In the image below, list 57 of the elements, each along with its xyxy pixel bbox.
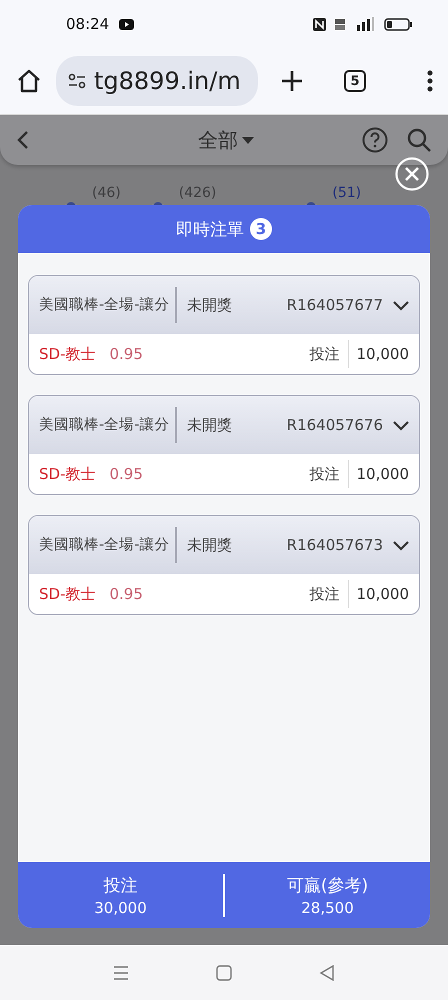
bet-card-header[interactable]: 美國職棒-全場-讓分 未開獎 R164057676 (29, 396, 419, 454)
help-icon[interactable] (362, 127, 388, 153)
bet-odds: 0.95 (109, 465, 143, 483)
close-icon[interactable] (395, 157, 429, 191)
bet-selection: SD-教士 (39, 584, 96, 604)
clock-time: 08:24 (66, 15, 110, 33)
bet-card-header[interactable]: 美國職棒-全場-讓分 未開獎 R164057673 (29, 516, 419, 574)
bet-odds: 0.95 (109, 585, 143, 603)
menu-icon[interactable] (426, 69, 434, 93)
bet-selection: SD-教士 (39, 344, 96, 364)
stake-label: 投注 (310, 580, 348, 608)
bet-status: 未開獎 (187, 536, 232, 554)
summary-label: 投注 (104, 874, 138, 896)
home-button-icon[interactable] (216, 964, 232, 980)
tab-count-button[interactable]: 5 (344, 70, 366, 92)
bet-selection: SD-教士 (39, 464, 96, 484)
chevron-down-icon[interactable] (393, 539, 409, 551)
ticket-number: R164057676 (286, 416, 383, 434)
dialog-title: 即時注單 (176, 218, 244, 240)
video-icon (119, 18, 134, 30)
stake-amount: 10,000 (356, 345, 409, 363)
summary-value: 28,500 (301, 898, 354, 916)
market-name: 美國職棒-全場-讓分 (39, 296, 170, 315)
market-name: 美國職棒-全場-讓分 (39, 416, 170, 435)
bet-card-header[interactable]: 美國職棒-全場-讓分 未開獎 R164057677 (29, 276, 419, 334)
count-badge: 3 (250, 218, 272, 240)
home-icon[interactable] (16, 68, 42, 94)
market-name: 美國職棒-全場-讓分 (39, 536, 170, 555)
signal-icon (354, 17, 376, 31)
event-count: (46) (92, 185, 121, 201)
summary-label: 可贏(參考) (286, 874, 368, 896)
bet-odds: 0.95 (109, 345, 143, 363)
address-bar[interactable]: tg8899.in/m (56, 56, 258, 106)
back-nav-icon[interactable] (318, 964, 335, 980)
stake-amount: 10,000 (356, 585, 409, 603)
back-icon[interactable] (16, 130, 30, 150)
stake-label: 投注 (310, 340, 348, 368)
new-tab-icon[interactable] (280, 69, 304, 93)
ticket-number: R164057673 (286, 536, 383, 554)
chevron-down-icon[interactable] (393, 419, 409, 431)
search-icon[interactable] (406, 127, 432, 153)
battery-icon (384, 18, 412, 30)
stake-amount: 10,000 (356, 465, 409, 483)
category-dropdown[interactable]: 全部 (198, 126, 238, 154)
summary-value: 30,000 (94, 898, 147, 916)
nfc-icon (313, 18, 326, 30)
event-count: (51) (332, 185, 362, 201)
bet-status: 未開獎 (187, 416, 232, 434)
ticket-number: R164057677 (286, 296, 383, 314)
chevron-down-icon[interactable] (393, 299, 409, 311)
recents-icon[interactable] (113, 966, 130, 980)
caret-icon[interactable] (242, 136, 254, 144)
bet-status: 未開獎 (187, 296, 232, 314)
stake-label: 投注 (310, 460, 348, 488)
site-settings-icon[interactable] (68, 73, 86, 89)
event-count: (426) (178, 185, 216, 201)
url-text: tg8899.in/m (94, 67, 241, 95)
